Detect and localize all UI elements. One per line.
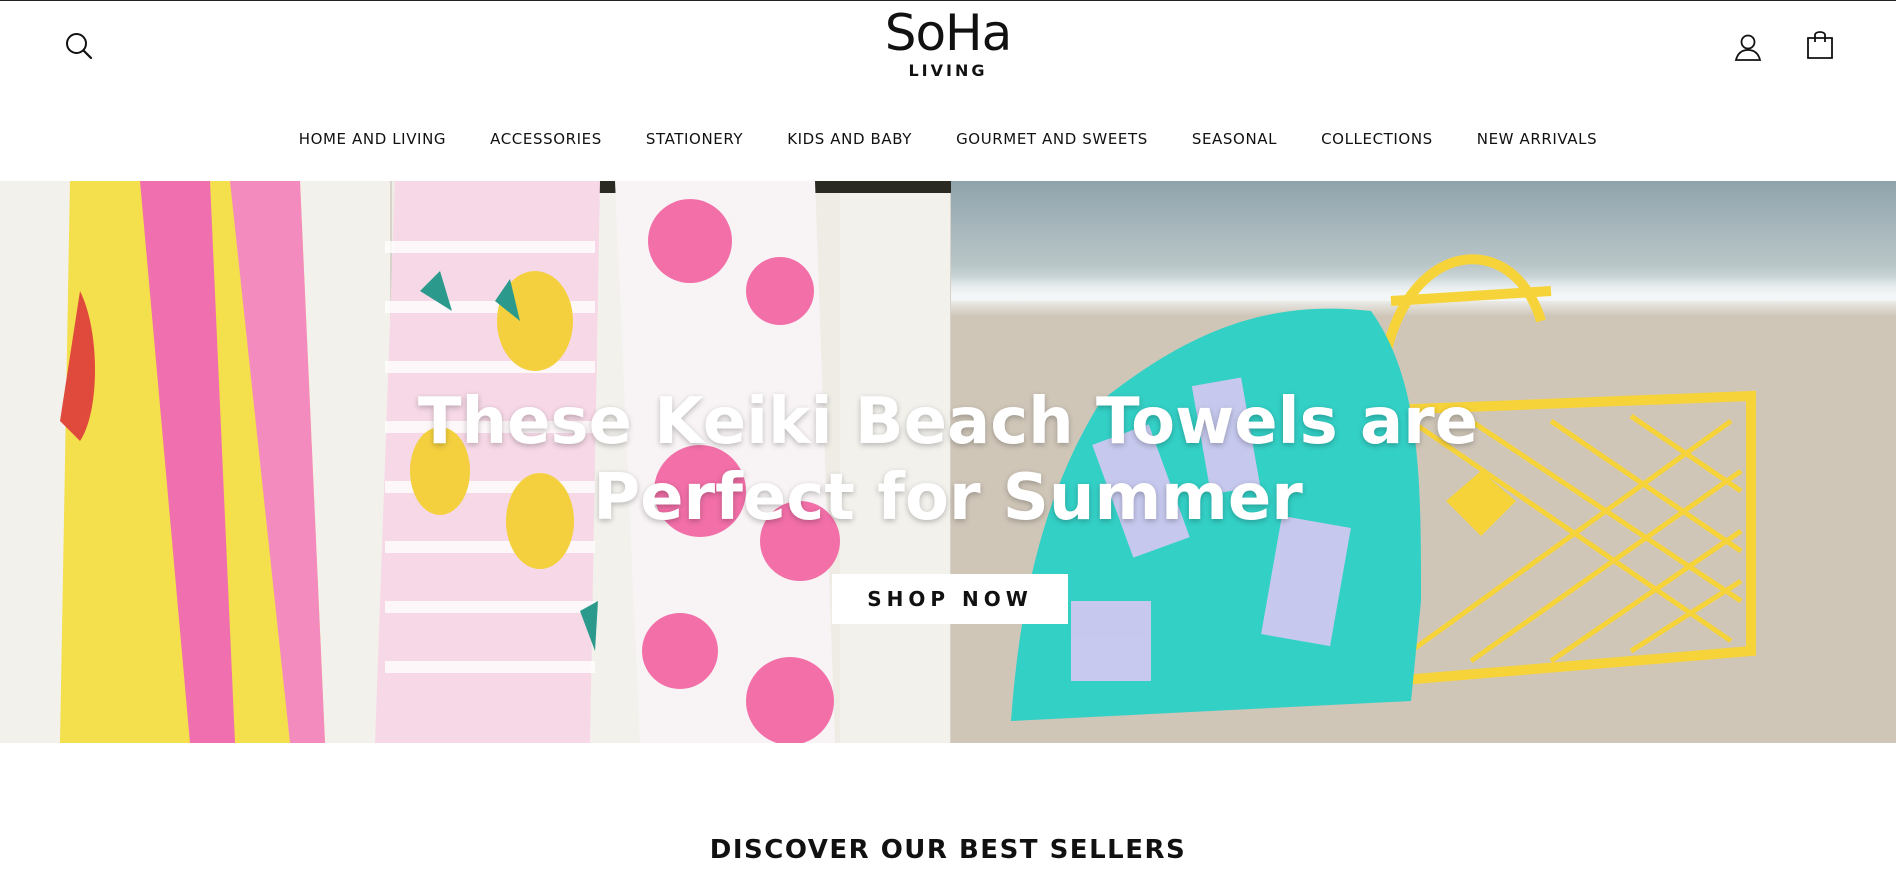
nav-item-new-arrivals[interactable]: NEW ARRIVALS xyxy=(1455,126,1619,152)
nav-item-accessories[interactable]: ACCESSORIES xyxy=(468,126,624,152)
shopping-bag-icon[interactable] xyxy=(1802,26,1838,62)
shop-now-button[interactable]: SHOP NOW xyxy=(832,574,1068,624)
main-navigation: HOME AND LIVING ACCESSORIES STATIONERY K… xyxy=(0,126,1896,152)
nav-item-seasonal[interactable]: SEASONAL xyxy=(1170,126,1299,152)
user-icon[interactable] xyxy=(1731,30,1765,64)
hero-banner[interactable]: These Keiki Beach Towels are Perfect for… xyxy=(0,181,1896,743)
nav-item-kids-and-baby[interactable]: KIDS AND BABY xyxy=(765,126,934,152)
logo-subtitle: LIVING xyxy=(908,61,988,80)
site-logo[interactable]: SoHa LIVING xyxy=(848,7,1048,87)
site-header: SoHa LIVING HOME AND LIVING ACCESSORIES … xyxy=(0,1,1896,181)
hero-title-line-2: Perfect for Summer xyxy=(593,461,1303,535)
nav-item-stationery[interactable]: STATIONERY xyxy=(624,126,765,152)
hero-title-line-1: These Keiki Beach Towels are xyxy=(417,385,1479,459)
best-sellers-heading: DISCOVER OUR BEST SELLERS xyxy=(709,835,1187,865)
nav-item-collections[interactable]: COLLECTIONS xyxy=(1299,126,1455,152)
hero-title: These Keiki Beach Towels are Perfect for… xyxy=(0,384,1896,536)
logo-brand: SoHa xyxy=(884,4,1013,62)
search-icon[interactable] xyxy=(62,29,96,63)
nav-item-home-and-living[interactable]: HOME AND LIVING xyxy=(277,126,468,152)
nav-item-gourmet-and-sweets[interactable]: GOURMET AND SWEETS xyxy=(934,126,1170,152)
